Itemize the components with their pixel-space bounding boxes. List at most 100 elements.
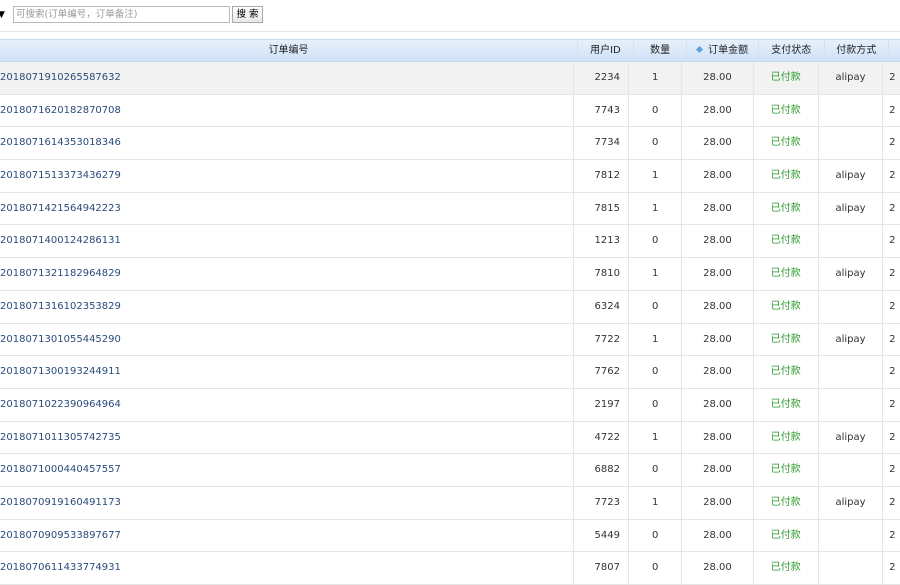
cell-order-no: 2018071300193244911 [0,356,575,388]
cell-pay-status: 已付款 [754,388,819,421]
toolbar: ▼ 搜 索 [0,0,900,31]
cell-user-id: 7810 [574,258,629,290]
cell-more: 2 [889,333,896,345]
cell-amount: 28.00 [682,127,754,160]
cell-pay-method [819,519,884,552]
cell-pay-method [819,454,884,486]
cell-more: 2 [889,431,896,443]
table-row[interactable]: 2018071300193244911 7762 0 28.00 已付款 2 [0,356,900,389]
cell-pay-method: alipay [819,421,884,454]
cell-quantity: 0 [629,94,683,127]
table-row[interactable]: 2018070909533897677 5449 0 28.00 已付款 2 [0,519,900,553]
cell-pay-method [819,552,884,584]
cell-amount: 28.00 [682,62,754,94]
table-row[interactable]: 2018071513373436279 7812 1 28.00 已付款 alipay 2 [0,160,900,193]
cell-quantity: 1 [629,160,683,192]
cell-pay-status: 已付款 [754,356,819,388]
table-row[interactable]: 2018071614353018346 7734 0 28.00 已付款 2 [0,127,900,161]
cell-more: 2 [889,529,896,541]
cell-pay-method: alipay [819,486,884,519]
cell-more: 2 [889,202,896,214]
cell-more: 2 [889,496,896,508]
table-row[interactable]: 2018070919160491173 7723 1 28.00 已付款 alipay 2 [0,486,900,520]
table-row[interactable]: 2018071400124286131 1213 0 28.00 已付款 2 [0,225,900,259]
cell-order-no: 2018071910265587632 [0,62,575,94]
table-row[interactable]: 2018071011305742735 4722 1 28.00 已付款 alipay 2 [0,421,900,455]
cell-more: 2 [889,170,896,182]
cell-quantity: 0 [629,356,683,388]
cell-user-id: 2197 [574,388,629,421]
cell-pay-method [819,356,884,388]
cell-pay-method [819,225,884,258]
cell-quantity: 0 [629,290,683,323]
cell-pay-method: alipay [819,62,884,94]
cell-quantity: 0 [629,388,683,421]
table-row[interactable]: 2018071301055445290 7722 1 28.00 已付款 alipay 2 [0,323,900,357]
cell-quantity: 1 [629,192,683,225]
cell-order-no: 2018071513373436279 [0,160,575,192]
cell-pay-status: 已付款 [754,421,819,454]
cell-user-id: 7722 [574,323,629,356]
table-row[interactable]: 2018070611433774931 7807 0 28.00 已付款 2 [0,552,900,585]
cell-more: 2 [889,398,896,410]
cell-pay-status: 已付款 [754,486,819,519]
cell-quantity: 1 [629,258,683,290]
table-row[interactable]: 2018071022390964964 2197 0 28.00 已付款 2 [0,388,900,422]
column-header-pay-status[interactable]: 支付状态 [759,40,825,61]
cell-quantity: 1 [629,62,683,94]
table-row[interactable]: 2018071000440457557 6882 0 28.00 已付款 2 [0,454,900,487]
cell-pay-method [819,94,884,127]
column-header-user-id[interactable]: 用户ID [578,40,634,61]
table-row[interactable]: 2018071316102353829 6324 0 28.00 已付款 2 [0,290,900,324]
column-header-pay-status-label: 支付状态 [771,45,812,56]
cell-amount: 28.00 [682,486,754,519]
cell-pay-status: 已付款 [754,519,819,552]
cell-amount: 28.00 [682,323,754,356]
cell-amount: 28.00 [682,258,754,290]
sort-icon [696,45,704,54]
table-row[interactable]: 2018071421564942223 7815 1 28.00 已付款 alipay 2 [0,192,900,226]
cell-quantity: 0 [629,454,683,486]
cell-pay-status: 已付款 [754,552,819,584]
cell-order-no: 2018070611433774931 [0,552,575,584]
cell-order-no: 2018070909533897677 [0,519,575,552]
cell-pay-method: alipay [819,160,884,192]
column-header-order-no[interactable]: 订单编号 [0,40,579,61]
cell-more: 2 [889,104,896,116]
table-row[interactable]: 2018071321182964829 7810 1 28.00 已付款 alipay 2 [0,258,900,291]
cell-order-no: 2018071301055445290 [0,323,575,356]
cell-quantity: 0 [629,127,683,160]
toolbar-divider [0,31,900,32]
cell-amount: 28.00 [682,421,754,454]
cell-user-id: 4722 [574,421,629,454]
dropdown-arrow-icon[interactable]: ▼ [0,6,8,24]
cell-pay-status: 已付款 [754,127,819,160]
cell-user-id: 7743 [574,94,629,127]
column-header-pay-method[interactable]: 付款方式 [825,40,890,61]
table-row[interactable]: 2018071620182870708 7743 0 28.00 已付款 2 [0,94,900,128]
table-row[interactable]: 2018071910265587632 2234 1 28.00 已付款 alipay 2 [0,62,900,95]
column-header-user-id-label: 用户ID [590,45,621,56]
cell-order-no: 2018071421564942223 [0,192,575,225]
cell-user-id: 7734 [574,127,629,160]
cell-order-no: 2018070919160491173 [0,486,575,519]
cell-user-id: 2234 [574,62,629,94]
cell-pay-method: alipay [819,258,884,290]
cell-amount: 28.00 [682,519,754,552]
cell-amount: 28.00 [682,225,754,258]
cell-quantity: 0 [629,552,683,584]
cell-quantity: 1 [629,486,683,519]
search-input[interactable] [13,6,230,23]
search-button[interactable]: 搜 索 [232,6,263,23]
cell-order-no: 2018071321182964829 [0,258,575,290]
cell-amount: 28.00 [682,94,754,127]
cell-user-id: 7812 [574,160,629,192]
cell-pay-method: alipay [819,192,884,225]
cell-amount: 28.00 [682,388,754,421]
column-header-amount[interactable]: 订单金额 [687,40,759,61]
cell-quantity: 0 [629,225,683,258]
cell-amount: 28.00 [682,160,754,192]
column-header-quantity[interactable]: 数量 [634,40,688,61]
cell-user-id: 5449 [574,519,629,552]
cell-amount: 28.00 [682,454,754,486]
